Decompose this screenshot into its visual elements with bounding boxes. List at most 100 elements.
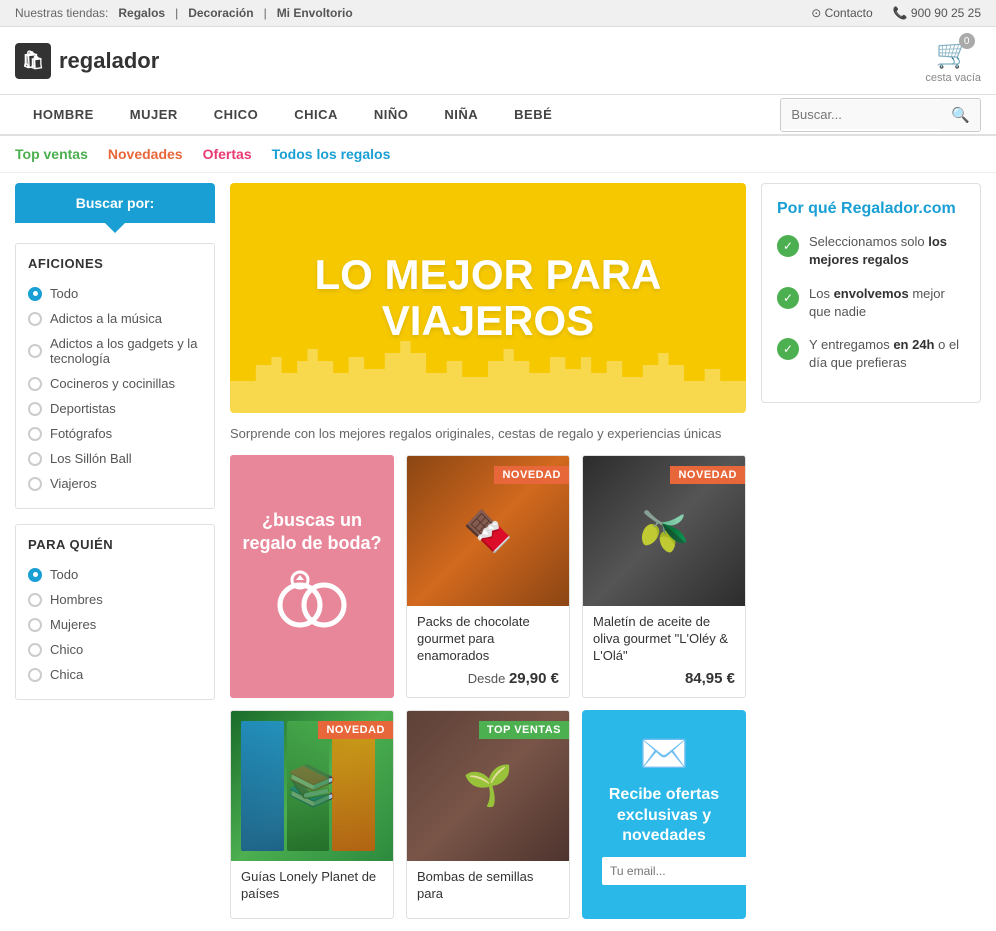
logo-icon: 🛍 xyxy=(15,43,51,79)
buscar-por-button[interactable]: Buscar por: xyxy=(15,183,215,223)
top-bar-right: ⊙ Contacto 📞 900 90 25 25 xyxy=(811,6,981,20)
product-seeds[interactable]: 🌱 TOP VENTAS Bombas de semillas para xyxy=(406,710,570,919)
para-quien-section: PARA QUIÉN Todo Hombres Mujeres Chico Ch… xyxy=(15,524,215,700)
why-item-2: ✓ Los envolvemos mejor que nadie xyxy=(777,285,965,321)
contact-icon: ⊙ xyxy=(811,6,821,20)
wedding-text: ¿buscas un regalo de boda? xyxy=(242,509,381,556)
radio-aficion-sillon xyxy=(28,452,42,466)
aficion-viajeros[interactable]: Viajeros xyxy=(28,471,202,496)
newsletter-title: Recibe ofertas exclusivas y novedades xyxy=(602,785,726,847)
main-content: LO MEJOR PARA VIAJEROS Sorprende con los… xyxy=(230,183,746,919)
tab-todos[interactable]: Todos los regalos xyxy=(272,146,391,162)
japan-name: Guías Lonely Planet de países xyxy=(241,869,383,903)
olive-name: Maletín de aceite de oliva gourmet "L'Ol… xyxy=(593,614,735,665)
newsletter-form: Enviar xyxy=(602,857,726,885)
rings-icon xyxy=(242,570,381,644)
filter-tabs: Top ventas Novedades Ofertas Todos los r… xyxy=(0,136,996,173)
radio-aficion-todo xyxy=(28,287,42,301)
radio-aficion-musica xyxy=(28,312,42,326)
nav-decoracion[interactable]: Decoración xyxy=(188,6,253,20)
para-quien-hombres[interactable]: Hombres xyxy=(28,587,202,612)
contact-link[interactable]: ⊙ Contacto xyxy=(811,6,872,20)
japan-info: Guías Lonely Planet de países xyxy=(231,861,393,918)
search-input[interactable] xyxy=(781,100,941,129)
product-chocolate[interactable]: 🍫 NOVEDAD Packs de chocolate gourmet par… xyxy=(406,455,570,698)
nav-hombre[interactable]: HOMBRE xyxy=(15,95,112,134)
cart-area[interactable]: 🛒 0 cesta vacía xyxy=(925,37,981,84)
para-quien-chica[interactable]: Chica xyxy=(28,662,202,687)
check-icon-1: ✓ xyxy=(777,235,799,257)
search-box: 🔍 xyxy=(780,98,981,132)
para-quien-chico[interactable]: Chico xyxy=(28,637,202,662)
radio-para-chica xyxy=(28,668,42,682)
tab-top-ventas[interactable]: Top ventas xyxy=(15,146,88,162)
aficion-sillon-ball[interactable]: Los Sillón Ball xyxy=(28,446,202,471)
aficion-fotografos[interactable]: Fotógrafos xyxy=(28,421,202,446)
para-quien-todo[interactable]: Todo xyxy=(28,562,202,587)
chocolate-name: Packs de chocolate gourmet para enamorad… xyxy=(417,614,559,665)
chocolate-info: Packs de chocolate gourmet para enamorad… xyxy=(407,606,569,697)
aficion-cocineros[interactable]: Cocineros y cocinillas xyxy=(28,371,202,396)
nav-regalos[interactable]: Regalos xyxy=(118,6,165,20)
top-bar: Nuestras tiendas: Regalos | Decoración |… xyxy=(0,0,996,27)
nav-bebe[interactable]: BEBÉ xyxy=(496,95,570,134)
newsletter-email-input[interactable] xyxy=(602,857,746,885)
chocolate-badge: NOVEDAD xyxy=(494,466,569,484)
chocolate-price: Desde 29,90 € xyxy=(417,670,559,687)
radio-para-chico xyxy=(28,643,42,657)
radio-para-mujeres xyxy=(28,618,42,632)
aficion-todo[interactable]: Todo xyxy=(28,281,202,306)
aficion-musica[interactable]: Adictos a la música xyxy=(28,306,202,331)
wedding-image: ¿buscas un regalo de boda? xyxy=(230,455,394,698)
why-text-1: Seleccionamos solo los mejores regalos xyxy=(809,233,965,269)
product-olive[interactable]: 🫒 NOVEDAD Maletín de aceite de oliva gou… xyxy=(582,455,746,698)
para-quien-mujeres[interactable]: Mujeres xyxy=(28,612,202,637)
olive-price: 84,95 € xyxy=(593,670,735,687)
hero-banner[interactable]: LO MEJOR PARA VIAJEROS xyxy=(230,183,746,413)
phone-icon: 📞 xyxy=(893,6,908,20)
cart-icon-wrap: 🛒 0 xyxy=(936,37,971,70)
why-text-2: Los envolvemos mejor que nadie xyxy=(809,285,965,321)
olive-icon: 🫒 xyxy=(639,508,689,555)
why-box: Por qué Regalador.com ✓ Seleccionamos so… xyxy=(761,183,981,403)
separator2: | xyxy=(264,6,267,20)
wedding-content: ¿buscas un regalo de boda? xyxy=(242,509,381,645)
nav-envoltorio[interactable]: Mi Envoltorio xyxy=(277,6,353,20)
tab-ofertas[interactable]: Ofertas xyxy=(203,146,252,162)
search-button[interactable]: 🔍 xyxy=(941,99,980,131)
radio-aficion-fotografos xyxy=(28,427,42,441)
nav-chico[interactable]: CHICO xyxy=(196,95,276,134)
header: 🛍 regalador 🛒 0 cesta vacía xyxy=(0,27,996,95)
nav-items: HOMBRE MUJER CHICO CHICA NIÑO NIÑA BEBÉ xyxy=(15,95,780,134)
product-japan[interactable]: 📚 NOVEDAD Guías Lonely Planet de países xyxy=(230,710,394,919)
nav-chica[interactable]: CHICA xyxy=(276,95,356,134)
newsletter-icon: ✉️ xyxy=(602,730,726,777)
radio-para-hombres xyxy=(28,593,42,607)
olive-badge: NOVEDAD xyxy=(670,466,745,484)
nav-nina[interactable]: NIÑA xyxy=(426,95,496,134)
aficiones-section: AFICIONES Todo Adictos a la música Adict… xyxy=(15,243,215,509)
hero-skyline xyxy=(230,333,746,413)
why-item-1: ✓ Seleccionamos solo los mejores regalos xyxy=(777,233,965,269)
tab-novedades[interactable]: Novedades xyxy=(108,146,183,162)
products-grid: ¿buscas un regalo de boda? xyxy=(230,455,746,918)
separator1: | xyxy=(175,6,178,20)
newsletter-card: ✉️ Recibe ofertas exclusivas y novedades… xyxy=(582,710,746,919)
seeds-badge: TOP VENTAS xyxy=(479,721,569,739)
radio-aficion-viajeros xyxy=(28,477,42,491)
aficiones-title: AFICIONES xyxy=(28,256,202,271)
content-area: Buscar por: AFICIONES Todo Adictos a la … xyxy=(0,173,996,929)
aficion-deportistas[interactable]: Deportistas xyxy=(28,396,202,421)
para-quien-title: PARA QUIÉN xyxy=(28,537,202,552)
nav-mujer[interactable]: MUJER xyxy=(112,95,196,134)
check-icon-2: ✓ xyxy=(777,287,799,309)
olive-info: Maletín de aceite de oliva gourmet "L'Ol… xyxy=(583,606,745,697)
product-wedding[interactable]: ¿buscas un regalo de boda? xyxy=(230,455,394,698)
aficion-gadgets[interactable]: Adictos a los gadgets y la tecnología xyxy=(28,331,202,371)
phone-link[interactable]: 📞 900 90 25 25 xyxy=(893,6,981,20)
radio-para-todo xyxy=(28,568,42,582)
nav-nino[interactable]: NIÑO xyxy=(356,95,427,134)
logo-text: regalador xyxy=(59,48,159,74)
seeds-name: Bombas de semillas para xyxy=(417,869,559,903)
logo[interactable]: 🛍 regalador xyxy=(15,43,159,79)
